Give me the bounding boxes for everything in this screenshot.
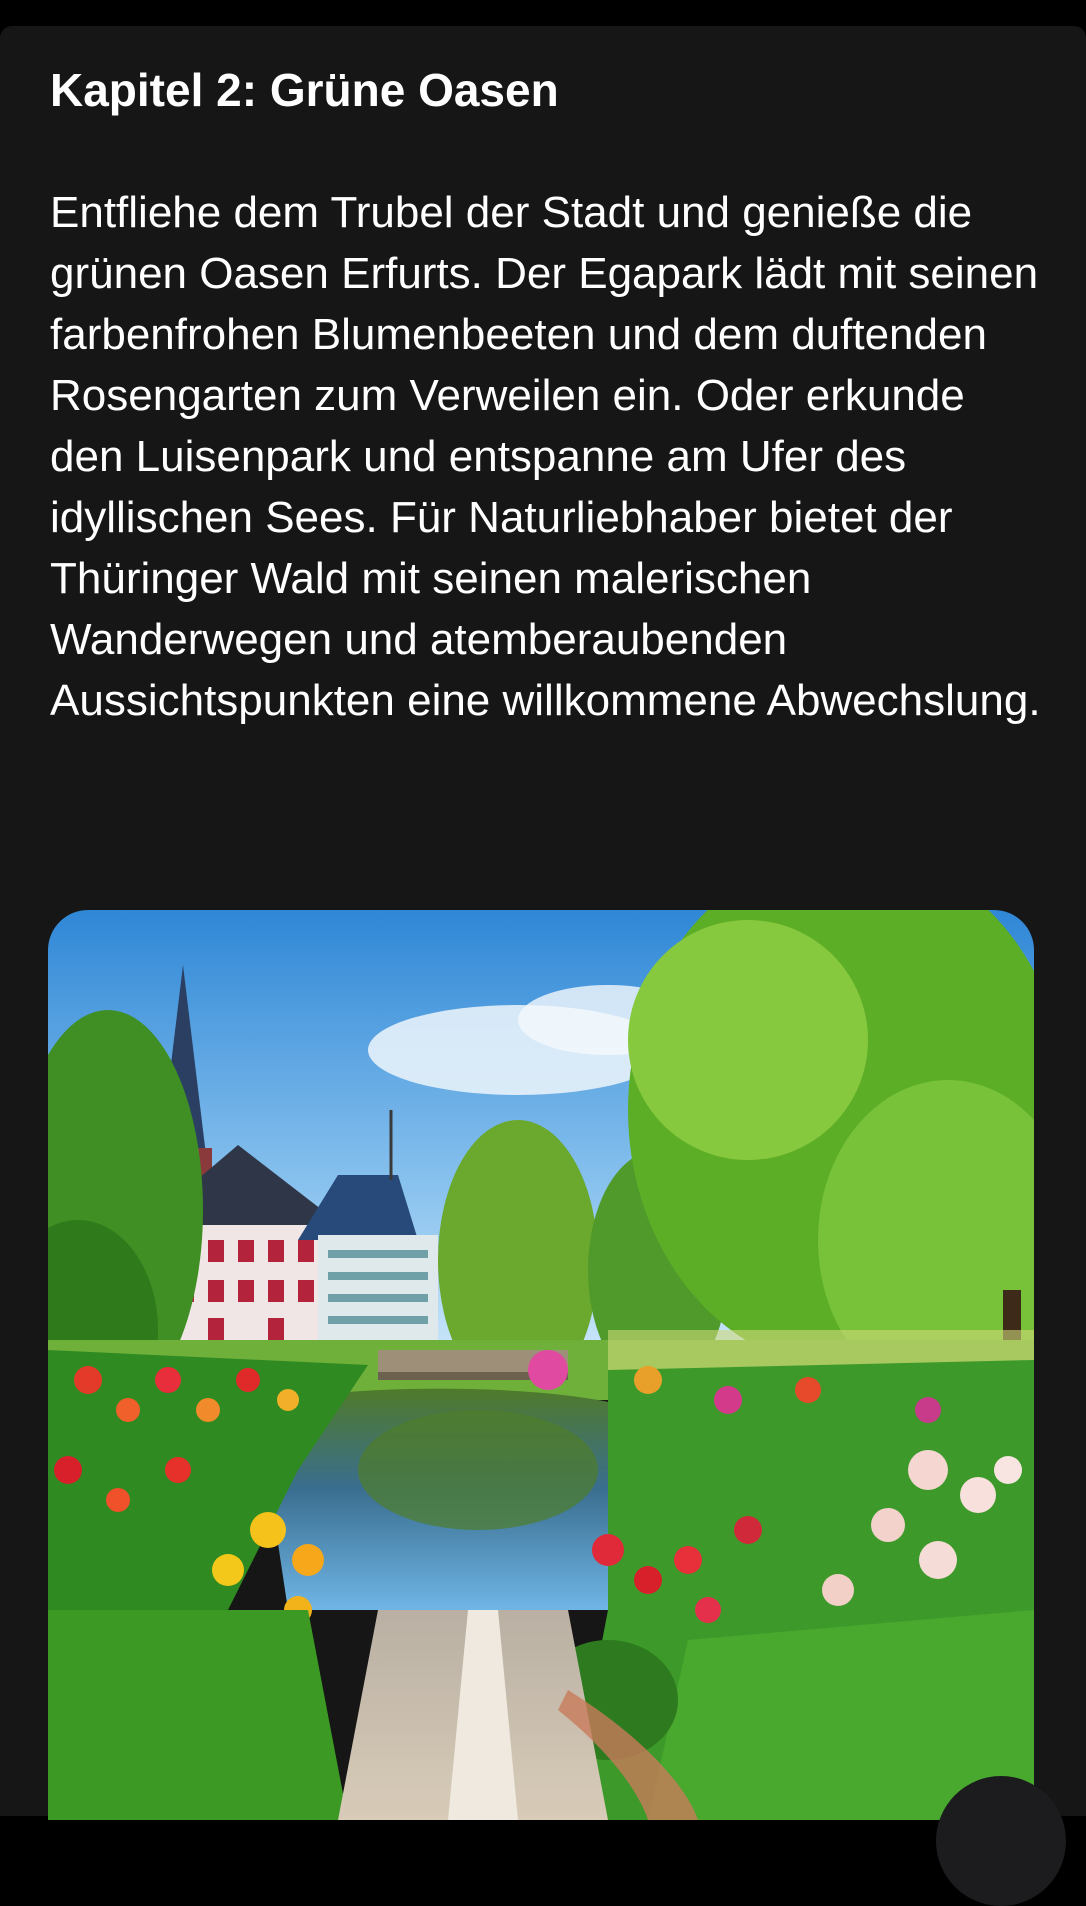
floating-action-button[interactable] [936, 1776, 1066, 1906]
chapter-title: Kapitel 2: Grüne Oasen [50, 64, 559, 116]
park-illustration-image [48, 910, 1034, 1820]
top-bar [0, 0, 1086, 26]
chapter-paragraph: Entfliehe dem Trubel der Stadt und genie… [50, 188, 1041, 725]
